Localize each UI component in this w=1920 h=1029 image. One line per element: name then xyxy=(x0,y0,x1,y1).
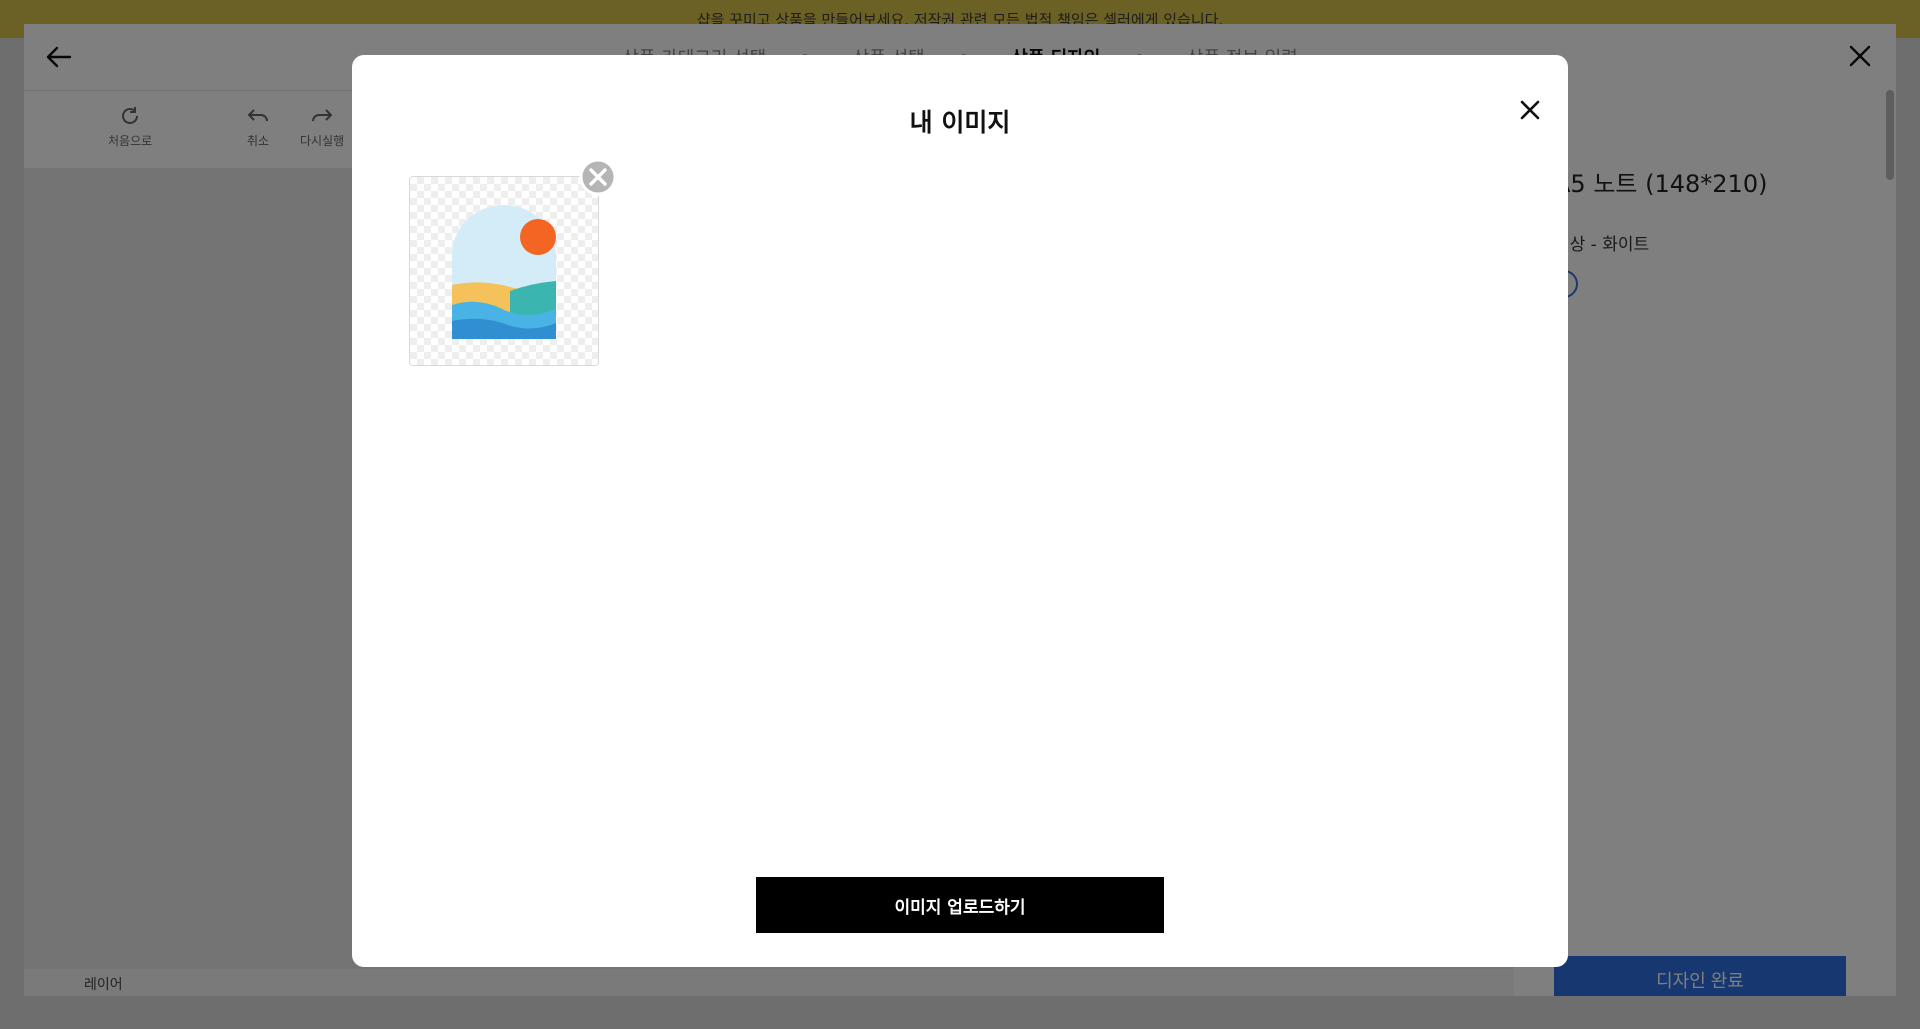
upload-image-button[interactable]: 이미지 업로드하기 xyxy=(756,877,1164,933)
remove-image-icon[interactable] xyxy=(579,158,617,196)
landscape-image-icon xyxy=(452,205,556,339)
my-images-modal: 내 이미지 이미지 업로드하기 xyxy=(352,55,1568,967)
close-modal-icon[interactable] xyxy=(1515,95,1545,125)
image-thumbnail[interactable] xyxy=(409,176,599,366)
modal-title: 내 이미지 xyxy=(909,108,1011,137)
